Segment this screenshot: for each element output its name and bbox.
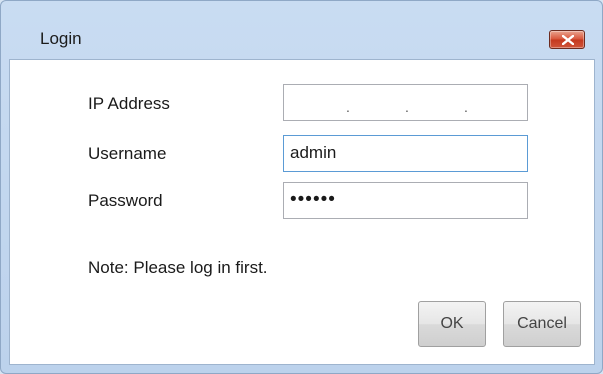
ok-button[interactable]: OK [418, 301, 486, 347]
close-icon [562, 35, 574, 45]
username-label: Username [88, 144, 167, 163]
username-field[interactable]: admin [283, 135, 528, 172]
password-field[interactable]: •••••• [283, 182, 528, 219]
password-label: Password [88, 191, 163, 210]
window-title: Login [40, 29, 82, 48]
ip-separator: . [464, 99, 468, 115]
ip-address-field[interactable]: . . . [283, 84, 528, 121]
login-dialog: Login IP Address . . . Username admin Pa… [0, 0, 603, 374]
title-bar[interactable]: Login [1, 1, 602, 59]
note-text: Note: Please log in first. [88, 258, 268, 277]
close-button[interactable] [549, 30, 585, 49]
ip-address-label: IP Address [88, 94, 170, 113]
password-mask: •••••• [290, 189, 336, 210]
cancel-button[interactable]: Cancel [503, 301, 581, 347]
ip-separator: . [405, 99, 409, 115]
dialog-body: IP Address . . . Username admin Password… [9, 59, 595, 365]
ip-separator: . [346, 99, 350, 115]
